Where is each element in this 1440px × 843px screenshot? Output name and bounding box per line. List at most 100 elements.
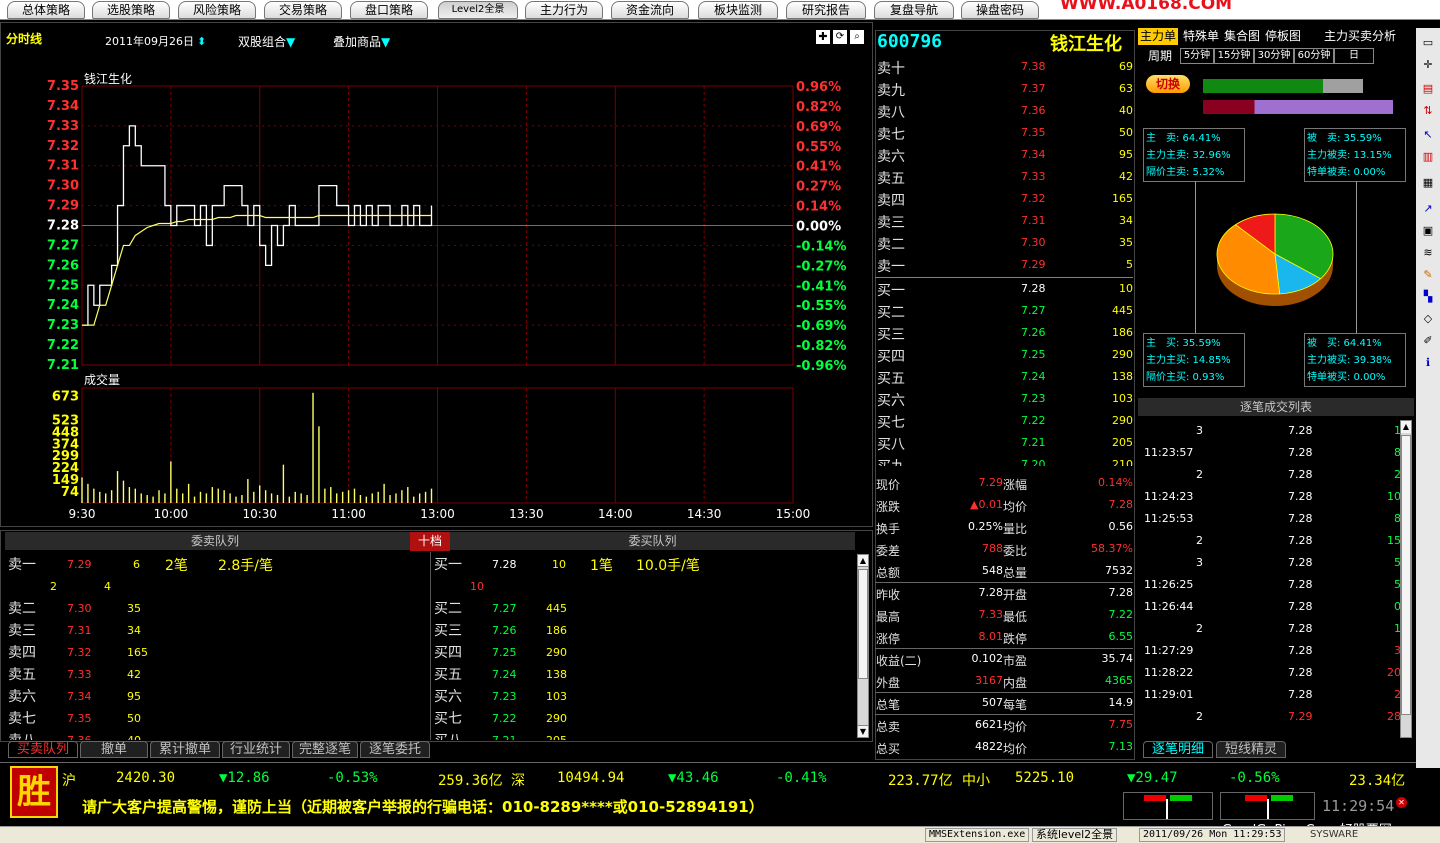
cursor-icon[interactable]: ↖ (1421, 128, 1435, 142)
sell-level-row[interactable]: 卖十 7.38 69 (875, 56, 1135, 78)
analysis-tab-4[interactable]: 主力买卖分析 (1308, 28, 1412, 45)
nav-button-9[interactable]: 研究报告 (786, 1, 866, 19)
period-button-3[interactable]: 60分钟 (1294, 48, 1334, 64)
chart-date[interactable]: 2011年09月26日 ⬍ (105, 33, 206, 49)
bars-icon[interactable]: ▥ (1421, 150, 1435, 164)
sell-queue-row[interactable]: 卖七 7.35 50 (0, 708, 430, 730)
scroll-down-icon[interactable]: ▼ (858, 725, 868, 737)
ten-level-button[interactable]: 十档 (410, 532, 450, 551)
sell-queue-row[interactable]: 卖三 7.31 34 (0, 620, 430, 642)
period-button-0[interactable]: 5分钟 (1180, 48, 1214, 64)
layout-icon[interactable]: ▚ (1421, 290, 1435, 304)
sell-level-row[interactable]: 卖三 7.31 34 (875, 210, 1135, 232)
right-tab-1[interactable]: 短线精灵 (1216, 741, 1286, 758)
buy-queue-row[interactable]: 买五 7.24 138 (430, 664, 860, 686)
nav-button-4[interactable]: 盘口策略 (350, 1, 428, 19)
buy-queue-row[interactable]: 买四 7.25 290 (430, 642, 860, 664)
intraday-chart[interactable]: 7.35 0.96% 7.34 0.82% 7.33 0.69% 7.32 0.55% 7.31… (0, 50, 872, 525)
nav-button-1[interactable]: 选股策略 (92, 1, 170, 19)
tag-icon[interactable]: ◇ (1421, 312, 1435, 326)
close-icon[interactable]: ✕ (1396, 797, 1407, 808)
sell-queue-row[interactable]: 卖八 7.36 40 (0, 730, 430, 740)
nav-button-10[interactable]: 复盘导航 (874, 1, 954, 19)
arrow-icon[interactable]: ⇅ (1421, 104, 1435, 118)
pen-icon[interactable]: ✎ (1421, 268, 1435, 282)
nav-button-8[interactable]: 板块监测 (698, 1, 778, 19)
bottom-tab-5[interactable]: 逐笔委托 (360, 741, 430, 758)
period-button-1[interactable]: 15分钟 (1214, 48, 1254, 64)
grid-icon[interactable]: ▦ (1421, 176, 1435, 190)
date-spinner-icon[interactable]: ⬍ (197, 35, 206, 48)
edit-icon[interactable]: ✐ (1421, 334, 1435, 348)
sell-level-row[interactable]: 卖九 7.37 63 (875, 78, 1135, 100)
period-button-4[interactable]: 日 (1334, 48, 1374, 64)
index-sz[interactable]: 深 10494.94 ▼43.46 -0.41% 223.77亿 (511, 770, 953, 790)
nav-button-2[interactable]: 风险策略 (178, 1, 256, 19)
nav-button-11[interactable]: 操盘密码 (961, 1, 1039, 19)
buy-queue-row[interactable]: 买二 7.27 445 (430, 598, 860, 620)
buy-level-row[interactable]: 买五 7.24 138 (875, 366, 1135, 388)
refresh-icon[interactable]: ⟳ (833, 30, 847, 44)
sell-level-row[interactable]: 卖五 7.33 42 (875, 166, 1135, 188)
scroll-up-icon[interactable]: ▲ (858, 555, 868, 567)
right-tab-0[interactable]: 逐笔明细 (1143, 741, 1213, 758)
sell-level-row[interactable]: 卖八 7.36 40 (875, 100, 1135, 122)
nav-button-0[interactable]: 总体策略 (7, 1, 85, 19)
nav-button-7[interactable]: 资金流向 (611, 1, 689, 19)
index-sh[interactable]: 沪 2420.30 ▼12.86 -0.53% 259.36亿 (62, 770, 503, 790)
combo-dropdown[interactable]: 双股组合▼ (238, 33, 295, 50)
trend-icon[interactable]: ↗ (1421, 202, 1435, 216)
sell-queue-row[interactable]: 卖二 7.30 35 (0, 598, 430, 620)
buy-level-row[interactable]: 买六 7.23 103 (875, 388, 1135, 410)
index-zx[interactable]: 中小 5225.10 ▼29.47 -0.56% 23.34亿 (962, 770, 1405, 790)
switch-button[interactable]: 切换 (1146, 75, 1190, 93)
buy-level-row[interactable]: 买四 7.25 290 (875, 344, 1135, 366)
buy-level-row[interactable]: 买七 7.22 290 (875, 410, 1135, 432)
analysis-tab-0[interactable]: 主力单 (1138, 28, 1178, 45)
crosshair-icon[interactable]: ✚ (816, 30, 830, 44)
scroll-thumb[interactable] (1401, 435, 1411, 715)
analysis-tab-2[interactable]: 集合图 (1224, 28, 1260, 45)
bottom-tab-1[interactable]: 撤单 (80, 741, 148, 758)
analysis-tab-3[interactable]: 停板图 (1261, 28, 1305, 45)
sell-queue-row[interactable]: 卖五 7.33 42 (0, 664, 430, 686)
bottom-tab-4[interactable]: 完整逐笔 (292, 741, 358, 758)
sell-queue-row[interactable]: 卖六 7.34 95 (0, 686, 430, 708)
nav-button-3[interactable]: 交易策略 (264, 1, 342, 19)
analysis-tab-1[interactable]: 特殊单 (1180, 28, 1222, 45)
window-icon[interactable]: ▭ (1421, 36, 1435, 50)
ticks-scrollbar[interactable]: ▲ (1400, 420, 1412, 738)
buy-queue-row[interactable]: 买三 7.26 186 (430, 620, 860, 642)
buy-level-row[interactable]: 买一 7.28 10 (875, 278, 1135, 300)
buy-level-row[interactable]: 买三 7.26 186 (875, 322, 1135, 344)
scroll-up-icon[interactable]: ▲ (1401, 421, 1411, 433)
chart-icon[interactable]: ▤ (1421, 82, 1435, 96)
scroll-thumb[interactable] (858, 569, 868, 679)
sell-level-row[interactable]: 卖二 7.30 35 (875, 232, 1135, 254)
sell-first-row[interactable]: 卖一 7.29 6 2笔 2.8手/笔 2 4 (0, 554, 430, 596)
buy-queue-row[interactable]: 买六 7.23 103 (430, 686, 860, 708)
buy-queue-row[interactable]: 买八 7.21 205 (430, 730, 860, 740)
bottom-tab-3[interactable]: 行业统计 (222, 741, 290, 758)
buy-level-row[interactable]: 买九 7.20 210 (875, 454, 1135, 466)
buy-level-row[interactable]: 买二 7.27 445 (875, 300, 1135, 322)
period-button-2[interactable]: 30分钟 (1254, 48, 1294, 64)
sell-level-row[interactable]: 卖七 7.35 50 (875, 122, 1135, 144)
crosshair-icon[interactable]: ✛ (1421, 58, 1435, 72)
sell-level-row[interactable]: 卖六 7.34 95 (875, 144, 1135, 166)
ruler-icon[interactable]: ≋ (1421, 246, 1435, 260)
queue-scrollbar[interactable]: ▲ ▼ (857, 554, 869, 738)
bottom-tab-0[interactable]: 买卖队列 (8, 741, 78, 758)
buy-first-row[interactable]: 买一 7.28 10 1笔 10.0手/笔 10 (430, 554, 860, 596)
bottom-tab-2[interactable]: 累计撤单 (150, 741, 220, 758)
sell-queue-row[interactable]: 卖四 7.32 165 (0, 642, 430, 664)
nav-button-5[interactable]: Level2全景 (438, 1, 518, 19)
sell-level-row[interactable]: 卖一 7.29 5 (875, 254, 1135, 276)
calc-icon[interactable]: ▣ (1421, 224, 1435, 238)
buy-level-row[interactable]: 买八 7.21 205 (875, 432, 1135, 454)
info-icon[interactable]: ℹ (1421, 356, 1435, 370)
sell-level-row[interactable]: 卖四 7.32 165 (875, 188, 1135, 210)
zoom-icon[interactable]: ⌕ (850, 30, 864, 44)
overlay-dropdown[interactable]: 叠加商品▼ (333, 33, 390, 50)
nav-button-6[interactable]: 主力行为 (525, 1, 603, 19)
